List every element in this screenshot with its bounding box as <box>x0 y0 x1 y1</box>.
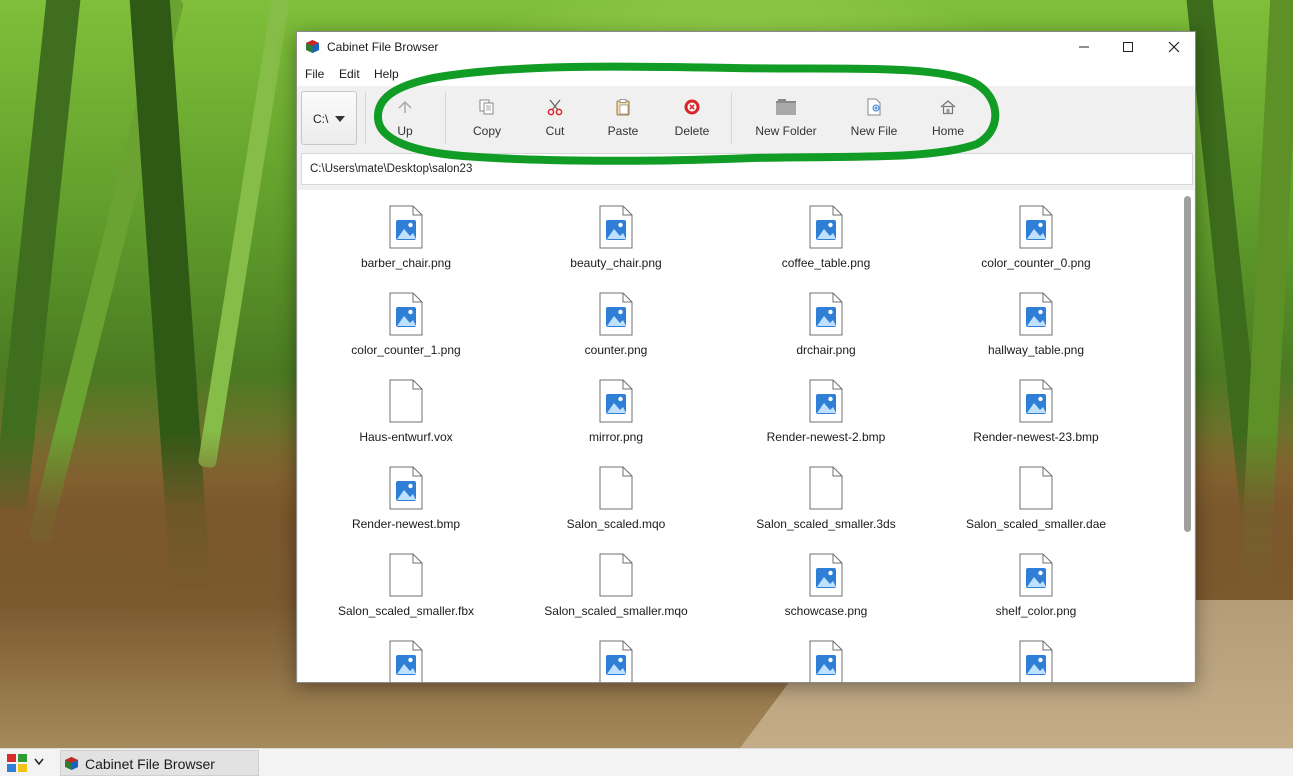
file-item[interactable]: beauty_chair.png <box>511 205 721 289</box>
file-icon <box>599 553 633 597</box>
image-file-icon <box>809 205 843 249</box>
file-item[interactable]: color_counter_1.png <box>301 292 511 376</box>
chevron-down-icon[interactable] <box>34 758 44 766</box>
minimize-icon <box>1079 46 1089 48</box>
file-name: Render-newest-23.bmp <box>973 430 1099 444</box>
image-file-icon <box>1019 292 1053 336</box>
file-name: color_counter_0.png <box>981 256 1091 270</box>
file-name: Render-newest.bmp <box>351 517 461 531</box>
vertical-scrollbar[interactable] <box>1182 192 1192 681</box>
caret-down-icon <box>335 116 345 122</box>
start-menu-icon[interactable] <box>6 753 28 773</box>
file-name: Salon_scaled.mqo <box>566 517 666 531</box>
file-name: schowcase.png <box>784 604 868 618</box>
file-item[interactable]: Salon_scaled_smaller.fbx <box>301 553 511 637</box>
image-file-icon <box>1019 553 1053 597</box>
file-item[interactable]: Salon_scaled_smaller.mqo <box>511 553 721 637</box>
file-icon <box>1019 466 1053 510</box>
file-name: shelf_color.png <box>995 604 1077 618</box>
image-file-icon <box>809 292 843 336</box>
file-item[interactable]: Salon_scaled_smaller.3ds <box>721 466 931 550</box>
image-file-icon <box>1019 379 1053 423</box>
file-item[interactable]: drchair.png <box>721 292 931 376</box>
file-icon <box>809 466 843 510</box>
image-file-icon <box>809 379 843 423</box>
file-name: Salon_scaled_smaller.mqo <box>544 604 688 618</box>
taskbar-item-label: Cabinet File Browser <box>85 756 215 772</box>
file-item[interactable]: schowcase.png <box>721 553 931 637</box>
scrollbar-thumb[interactable] <box>1184 196 1191 532</box>
taskbar-item-file-browser[interactable]: Cabinet File Browser <box>60 750 259 776</box>
file-item[interactable]: mirror.png <box>511 379 721 463</box>
file-name: drchair.png <box>796 343 856 357</box>
file-name: mirror.png <box>588 430 644 444</box>
file-name: hallway_table.png <box>987 343 1085 357</box>
image-file-icon <box>1019 640 1053 682</box>
image-file-icon <box>389 640 423 682</box>
image-file-icon <box>599 205 633 249</box>
taskbar: Cabinet File Browser <box>0 748 1293 776</box>
image-file-icon <box>809 640 843 682</box>
close-icon <box>1168 41 1180 53</box>
image-file-icon <box>599 379 633 423</box>
file-icon <box>389 553 423 597</box>
file-name: color_counter_1.png <box>351 343 461 357</box>
window-title: Cabinet File Browser <box>327 40 439 54</box>
file-item[interactable] <box>301 640 511 682</box>
drive-selector[interactable]: C:\ <box>301 91 357 145</box>
file-item[interactable]: barber_chair.png <box>301 205 511 289</box>
maximize-icon <box>1123 42 1133 52</box>
menu-edit[interactable]: Edit <box>339 67 360 81</box>
file-item[interactable]: Salon_scaled_smaller.dae <box>931 466 1141 550</box>
image-file-icon <box>599 292 633 336</box>
title-bar: Cabinet File Browser <box>297 32 1195 62</box>
drive-label: C:\ <box>313 112 329 126</box>
cabinet-app-icon <box>65 757 78 770</box>
toolbar-highlight-annotation <box>374 62 1000 165</box>
file-name: Salon_scaled_smaller.3ds <box>756 517 896 531</box>
file-name: Salon_scaled_smaller.fbx <box>337 604 475 618</box>
minimize-button[interactable] <box>1061 32 1107 62</box>
image-file-icon <box>809 553 843 597</box>
close-button[interactable] <box>1151 32 1195 62</box>
image-file-icon <box>389 466 423 510</box>
file-name: Salon_scaled_smaller.dae <box>965 517 1107 531</box>
file-item[interactable]: color_counter_0.png <box>931 205 1141 289</box>
menu-file[interactable]: File <box>305 67 324 81</box>
file-icon <box>599 466 633 510</box>
image-file-icon <box>389 292 423 336</box>
file-item[interactable] <box>721 640 931 682</box>
file-name: Haus-entwurf.vox <box>359 430 453 444</box>
file-item[interactable]: shelf_color.png <box>931 553 1141 637</box>
file-name: beauty_chair.png <box>570 256 662 270</box>
file-item[interactable]: Haus-entwurf.vox <box>301 379 511 463</box>
file-item[interactable]: coffee_table.png <box>721 205 931 289</box>
image-file-icon <box>389 205 423 249</box>
file-name: Render-newest-2.bmp <box>766 430 886 444</box>
maximize-button[interactable] <box>1105 32 1151 62</box>
cabinet-app-icon <box>306 40 319 53</box>
file-item[interactable]: hallway_table.png <box>931 292 1141 376</box>
file-name: coffee_table.png <box>781 256 871 270</box>
file-name: counter.png <box>584 343 648 357</box>
image-file-icon <box>1019 205 1053 249</box>
file-item[interactable]: Render-newest.bmp <box>301 466 511 550</box>
file-item[interactable]: counter.png <box>511 292 721 376</box>
file-list-pane: barber_chair.png beauty_chair.png coffee_t… <box>298 190 1194 682</box>
file-icon <box>389 379 423 423</box>
toolbar-separator <box>365 92 366 144</box>
file-item[interactable] <box>511 640 721 682</box>
file-item[interactable]: Render-newest-2.bmp <box>721 379 931 463</box>
file-name: barber_chair.png <box>360 256 452 270</box>
file-item[interactable]: Render-newest-23.bmp <box>931 379 1141 463</box>
file-item[interactable]: Salon_scaled.mqo <box>511 466 721 550</box>
file-item[interactable] <box>931 640 1141 682</box>
image-file-icon <box>599 640 633 682</box>
